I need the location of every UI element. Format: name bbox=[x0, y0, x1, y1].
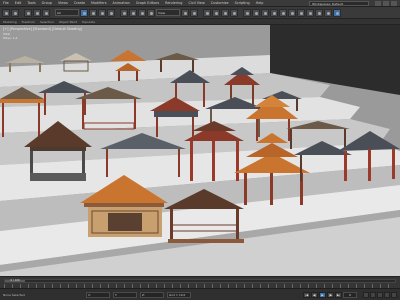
menu-customize[interactable]: Customize bbox=[211, 1, 229, 5]
maximize-icon[interactable] bbox=[383, 0, 389, 6]
undo-icon[interactable] bbox=[2, 8, 10, 17]
perspective-viewport[interactable]: [+] [Perspective] [Standard] [Default Sh… bbox=[0, 25, 400, 276]
main-toolbar: All View bbox=[0, 7, 400, 19]
snaps-toggle-icon[interactable] bbox=[203, 8, 211, 17]
layer-explorer-icon[interactable] bbox=[270, 8, 278, 17]
menu-tools[interactable]: Tools bbox=[27, 1, 35, 5]
ribbon-tab-modeling[interactable]: Modeling bbox=[3, 20, 17, 24]
rotate-icon[interactable] bbox=[129, 8, 137, 17]
workspace-dropdown[interactable]: Workspaces: Default bbox=[309, 0, 369, 6]
toolbar-separator bbox=[239, 9, 242, 17]
menu-civil-view[interactable]: Civil View bbox=[188, 1, 204, 5]
minimize-icon[interactable] bbox=[375, 0, 381, 6]
ribbon-tab-freeform[interactable]: Freeform bbox=[22, 20, 35, 24]
y-coordinate-field[interactable]: Y: bbox=[113, 291, 137, 298]
maximize-viewport-icon[interactable] bbox=[391, 291, 397, 298]
schematic-view-icon[interactable] bbox=[297, 8, 305, 17]
time-slider[interactable]: 0 / 100 bbox=[4, 279, 396, 283]
align-icon[interactable] bbox=[261, 8, 269, 17]
material-editor-icon[interactable] bbox=[306, 8, 314, 17]
menu-views[interactable]: Views bbox=[58, 1, 68, 5]
next-frame-button[interactable]: |▶ bbox=[327, 291, 334, 298]
select-manipulate-icon[interactable] bbox=[190, 8, 198, 17]
render-production-icon[interactable] bbox=[333, 8, 341, 17]
menu-group[interactable]: Group bbox=[42, 1, 52, 5]
window-controls bbox=[375, 0, 400, 6]
mirror-icon[interactable] bbox=[252, 8, 260, 17]
placement-icon[interactable] bbox=[147, 8, 155, 17]
select-by-name-icon[interactable] bbox=[89, 8, 97, 17]
menu-rendering[interactable]: Rendering bbox=[165, 1, 182, 5]
move-icon[interactable] bbox=[120, 8, 128, 17]
previous-frame-button[interactable]: ◀| bbox=[311, 291, 318, 298]
percent-snap-icon[interactable] bbox=[221, 8, 229, 17]
toolbar-separator bbox=[20, 9, 23, 17]
current-frame-field[interactable]: 0 bbox=[343, 291, 357, 298]
menu-scripting[interactable]: Scripting bbox=[235, 1, 250, 5]
toolbar-separator bbox=[51, 9, 54, 17]
viewport-label[interactable]: [+] [Perspective] [Standard] [Default Sh… bbox=[3, 27, 82, 31]
link-icon[interactable] bbox=[24, 8, 32, 17]
pan-icon[interactable] bbox=[377, 291, 383, 298]
angle-snap-icon[interactable] bbox=[212, 8, 220, 17]
toolbar-separator bbox=[199, 9, 202, 17]
curve-editor-icon[interactable] bbox=[288, 8, 296, 17]
menu-animation[interactable]: Animation bbox=[113, 1, 130, 5]
orbit-icon[interactable] bbox=[384, 291, 390, 298]
close-icon[interactable] bbox=[391, 0, 397, 6]
goto-start-button[interactable]: |◀ bbox=[303, 291, 310, 298]
menu-graph-editors[interactable]: Graph Editors bbox=[136, 1, 159, 5]
zoom-icon[interactable] bbox=[363, 291, 369, 298]
viewport-stats-polys: Polys: 1,2 bbox=[3, 36, 18, 40]
timeline: 0 / 100 bbox=[0, 276, 400, 288]
toggle-ribbon-icon[interactable] bbox=[279, 8, 287, 17]
menu-edit[interactable]: Edit bbox=[15, 1, 22, 5]
redo-icon[interactable] bbox=[11, 8, 19, 17]
menu-file[interactable]: File bbox=[3, 1, 9, 5]
selection-filter-dropdown[interactable]: All bbox=[55, 9, 79, 16]
zoom-all-icon[interactable] bbox=[370, 291, 376, 298]
spinner-snap-icon[interactable] bbox=[230, 8, 238, 17]
menu-modifiers[interactable]: Modifiers bbox=[91, 1, 106, 5]
grid-size-readout: Grid = 10.0 bbox=[167, 291, 191, 298]
unlink-icon[interactable] bbox=[33, 8, 41, 17]
time-slider-thumb[interactable]: 0 / 100 bbox=[5, 279, 25, 282]
z-coordinate-field[interactable]: Z: bbox=[140, 291, 164, 298]
ribbon-tab-object-paint[interactable]: Object Paint bbox=[59, 20, 77, 24]
render-setup-icon[interactable] bbox=[315, 8, 323, 17]
status-bar: None Selected X: Y: Z: Grid = 10.0 |◀ ◀|… bbox=[0, 288, 400, 300]
bind-spacewarp-icon[interactable] bbox=[42, 8, 50, 17]
scene-render bbox=[0, 25, 400, 276]
toolbar-separator bbox=[116, 9, 119, 17]
menu-create[interactable]: Create bbox=[74, 1, 85, 5]
rendered-frame-window-icon[interactable] bbox=[324, 8, 332, 17]
menu-help[interactable]: Help bbox=[256, 1, 264, 5]
play-button[interactable]: ▶ bbox=[319, 291, 326, 298]
pivot-center-icon[interactable] bbox=[181, 8, 189, 17]
x-coordinate-field[interactable]: X: bbox=[86, 291, 110, 298]
reference-coordinate-dropdown[interactable]: View bbox=[156, 9, 180, 16]
window-crossing-icon[interactable] bbox=[107, 8, 115, 17]
playback-controls: |◀ ◀| ▶ |▶ ▶| 0 bbox=[303, 291, 357, 298]
menu-bar: File Edit Tools Group Views Create Modif… bbox=[0, 0, 400, 7]
scale-icon[interactable] bbox=[138, 8, 146, 17]
named-selection-icon[interactable] bbox=[243, 8, 251, 17]
goto-end-button[interactable]: ▶| bbox=[335, 291, 342, 298]
select-object-icon[interactable] bbox=[80, 8, 88, 17]
selection-status: None Selected bbox=[3, 292, 25, 297]
ribbon-tab-selection[interactable]: Selection bbox=[40, 20, 54, 24]
rectangular-selection-icon[interactable] bbox=[98, 8, 106, 17]
viewport-navigation bbox=[363, 291, 397, 298]
ribbon-tab-populate[interactable]: Populate bbox=[82, 20, 95, 24]
